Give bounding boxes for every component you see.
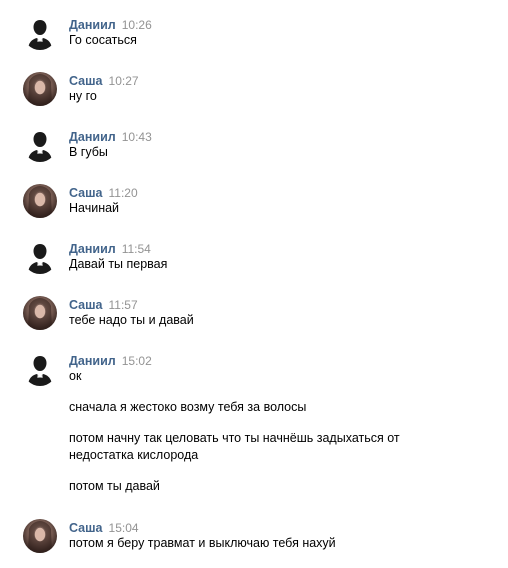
message-header: Даниил 15:02 — [69, 352, 152, 368]
message-text: сначала я жестоко возму тебя за волосы — [69, 400, 307, 414]
message-header: Саша 15:04 — [69, 519, 139, 535]
profile-photo-icon — [28, 521, 52, 553]
author-name[interactable]: Саша — [69, 74, 103, 88]
profile-photo-icon — [28, 186, 52, 218]
message-time[interactable]: 10:27 — [109, 74, 139, 88]
message-text: потом я беру травмат и выключаю тебя нах… — [69, 536, 336, 550]
avatar[interactable] — [23, 72, 57, 106]
message-time[interactable]: 11:20 — [109, 186, 138, 200]
author-name[interactable]: Саша — [69, 186, 103, 200]
author-name[interactable]: Даниил — [69, 18, 116, 32]
message-text: В губы — [69, 145, 108, 159]
message-text: потом ты давай — [69, 479, 160, 493]
author-name[interactable]: Саша — [69, 298, 103, 312]
message-header: Даниил 10:43 — [69, 128, 152, 144]
message-text: потом начну так целовать что ты начнёшь … — [69, 431, 400, 445]
message-time[interactable]: 10:26 — [122, 18, 152, 32]
person-silhouette-icon — [28, 356, 52, 386]
message-time[interactable]: 11:54 — [122, 242, 151, 256]
message-text: недостатка кислорода — [69, 448, 199, 462]
person-silhouette-icon — [28, 244, 52, 274]
author-name[interactable]: Саша — [69, 521, 103, 535]
message-header: Саша 11:57 — [69, 296, 138, 312]
person-silhouette-icon — [28, 132, 52, 162]
message-text: ну го — [69, 89, 97, 103]
avatar[interactable] — [23, 352, 57, 386]
message-time[interactable]: 10:43 — [122, 130, 152, 144]
message-header: Саша 11:20 — [69, 184, 138, 200]
avatar[interactable] — [23, 296, 57, 330]
message-text: Давай ты первая — [69, 257, 168, 271]
message-time[interactable]: 15:04 — [109, 521, 139, 535]
message-time[interactable]: 15:02 — [122, 354, 152, 368]
message-text: ок — [69, 369, 82, 383]
avatar[interactable] — [23, 519, 57, 553]
chat-history: Даниил 10:26 Го сосаться Саша 10:27 ну го — [0, 0, 508, 568]
profile-photo-icon — [28, 298, 52, 330]
person-silhouette-icon — [28, 20, 52, 50]
message-header: Даниил 11:54 — [69, 240, 151, 256]
author-name[interactable]: Даниил — [69, 354, 116, 368]
author-name[interactable]: Даниил — [69, 242, 116, 256]
avatar[interactable] — [23, 16, 57, 50]
message-text: Начинай — [69, 201, 120, 215]
message-header: Даниил 10:26 — [69, 16, 152, 32]
message-text: Го сосаться — [69, 33, 137, 47]
message-text: тебе надо ты и давай — [69, 313, 194, 327]
avatar[interactable] — [23, 128, 57, 162]
author-name[interactable]: Даниил — [69, 130, 116, 144]
avatar[interactable] — [23, 184, 57, 218]
message-time[interactable]: 11:57 — [109, 298, 138, 312]
profile-photo-icon — [28, 74, 52, 106]
avatar[interactable] — [23, 240, 57, 274]
message-header: Саша 10:27 — [69, 72, 139, 88]
